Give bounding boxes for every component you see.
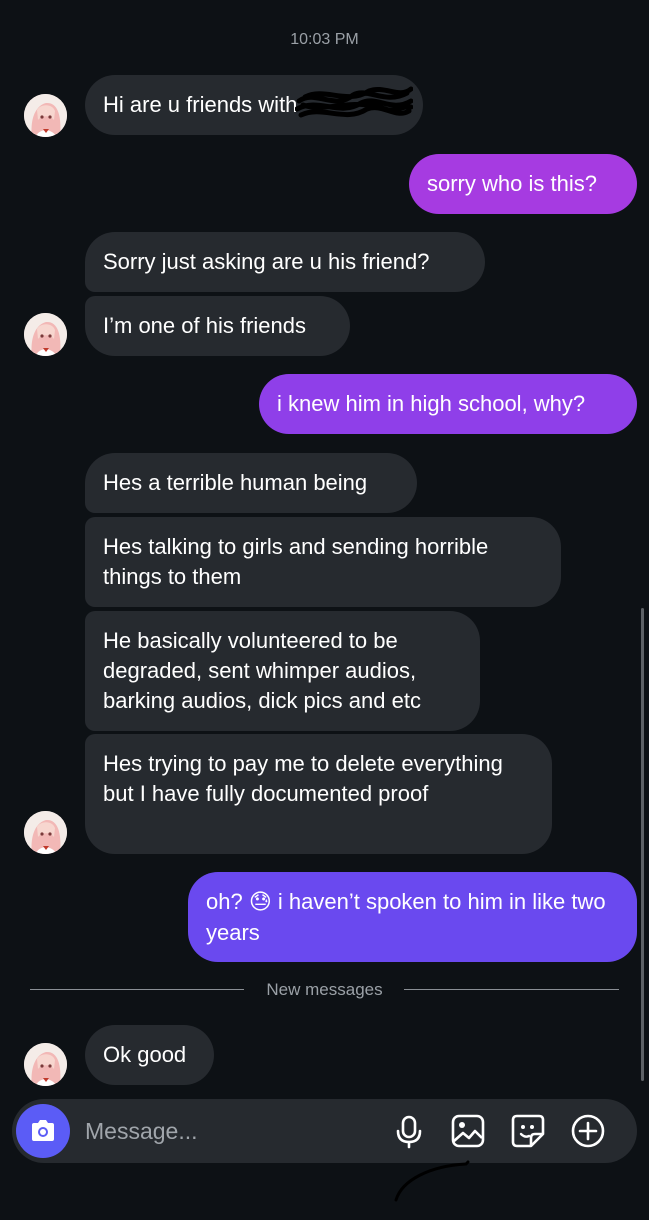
message-text: i knew him in high school, why? [277,391,586,416]
message-text: I’m one of his friends [103,313,306,338]
scrollbar[interactable] [641,608,644,1081]
message-timestamp: 10:03 PM [290,31,359,48]
downcast-sweat-emoji: 😓 [248,890,272,915]
incoming-message[interactable]: Hes trying to pay me to delete everythin… [85,734,552,854]
message-text: He basically volunteered to be degraded,… [103,628,421,713]
sticker-icon[interactable] [509,1112,547,1150]
contact-avatar[interactable] [24,94,67,137]
incoming-message[interactable]: He basically volunteered to be degraded,… [85,611,480,731]
incoming-message[interactable]: I’m one of his friends [85,296,350,356]
incoming-message[interactable]: Hes talking to girls and sending horribl… [85,517,561,607]
camera-icon [32,1120,54,1141]
gallery-icon[interactable] [449,1112,487,1150]
new-messages-label: New messages [266,980,383,999]
corner-scribble [394,1160,470,1202]
message-text: Sorry just asking are u his friend? [103,249,430,274]
contact-avatar[interactable] [24,313,67,356]
microphone-icon[interactable] [390,1112,428,1150]
incoming-message[interactable]: Hes a terrible human being [85,453,417,513]
message-text: oh? [206,889,243,914]
scribble-redaction [295,86,413,118]
outgoing-message[interactable]: sorry who is this? [409,154,637,214]
incoming-message[interactable]: Ok good [85,1025,214,1085]
contact-avatar[interactable] [24,1043,67,1086]
incoming-message[interactable]: Hi are u friends with [85,75,423,135]
plus-icon[interactable] [569,1112,607,1150]
new-messages-divider: New messages [30,978,619,1002]
message-text: Hes a terrible human being [103,470,368,495]
contact-avatar[interactable] [24,811,67,854]
message-text: sorry who is this? [427,171,597,196]
outgoing-message[interactable]: i knew him in high school, why? [259,374,637,434]
message-text: Hes trying to pay me to delete everythin… [103,751,503,806]
message-input[interactable] [85,1113,375,1149]
message-text: Hi are u friends with [103,92,298,117]
outgoing-message[interactable]: oh? 😓 i haven’t spoken to him in like tw… [188,872,637,962]
incoming-message[interactable]: Sorry just asking are u his friend? [85,232,485,292]
message-text: Hes talking to girls and sending horribl… [103,534,489,589]
camera-button[interactable] [16,1104,70,1158]
message-composer [12,1099,637,1163]
message-text: Ok good [103,1042,187,1067]
